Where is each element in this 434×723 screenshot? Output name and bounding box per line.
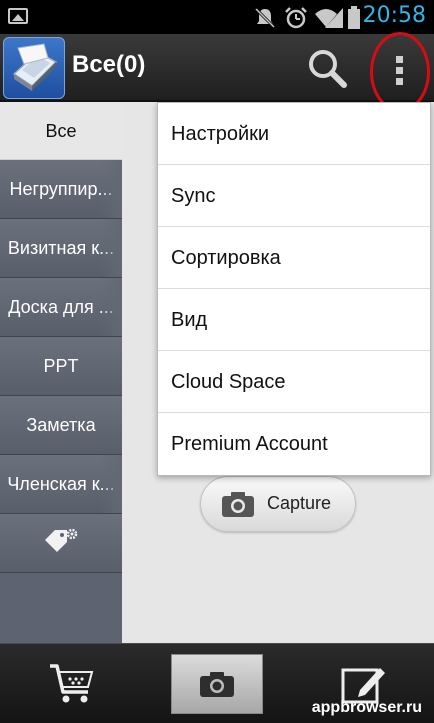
search-icon: [309, 50, 347, 88]
tag-settings-icon: [45, 528, 78, 552]
mute-icon: [254, 7, 276, 29]
sidebar-item-label: Членская к...: [7, 474, 115, 494]
sidebar-item-label: Негруппир...: [9, 179, 113, 199]
alarm-icon: [285, 7, 307, 29]
menu-item-sync[interactable]: Sync: [158, 165, 430, 227]
sidebar-item-membership-card[interactable]: Членская к...: [0, 455, 122, 514]
menu-item-view[interactable]: Вид: [158, 289, 430, 351]
sidebar-item-note[interactable]: Заметка: [0, 396, 122, 455]
highlight-circle: [370, 32, 430, 112]
sidebar-item-tag-settings[interactable]: [0, 514, 122, 573]
capture-button[interactable]: Capture: [200, 476, 356, 532]
sidebar-item-ungrouped[interactable]: Негруппир...: [0, 160, 122, 219]
sidebar-item-label: Визитная к...: [7, 238, 115, 258]
menu-item-cloud-space[interactable]: Cloud Space: [158, 351, 430, 413]
menu-item-premium-account[interactable]: Premium Account: [158, 413, 430, 477]
action-bar: Все(0): [0, 34, 434, 102]
camera-icon: [222, 492, 254, 517]
cart-icon: [50, 664, 94, 703]
sidebar: Все Негруппир... Визитная к... Доска для…: [0, 102, 122, 693]
menu-item-sort[interactable]: Сортировка: [158, 227, 430, 289]
sidebar-item-label: Доска для ...: [8, 297, 114, 317]
image-icon: [8, 8, 28, 24]
capture-label: Capture: [267, 493, 332, 513]
page-title: Все(0): [72, 51, 146, 78]
cart-button[interactable]: [48, 662, 96, 710]
sidebar-item-label: Заметка: [26, 415, 96, 435]
app-icon[interactable]: [3, 37, 65, 99]
battery-icon: [348, 6, 360, 29]
sidebar-item-board[interactable]: Доска для ...: [0, 278, 122, 337]
status-time: 20:58: [362, 3, 426, 28]
menu-item-settings[interactable]: Настройки: [158, 103, 430, 165]
camera-button[interactable]: [171, 654, 263, 714]
sidebar-item-business-card[interactable]: Визитная к...: [0, 219, 122, 278]
watermark: appbrowser.ru: [311, 699, 422, 716]
sidebar-item-label: PPT: [43, 356, 79, 376]
search-button[interactable]: [304, 46, 352, 92]
status-bar: 20:58: [0, 0, 434, 34]
bottom-bar: appbrowser.ru: [0, 643, 434, 723]
sidebar-item-ppt[interactable]: PPT: [0, 337, 122, 396]
sidebar-item-all[interactable]: Все: [0, 102, 122, 160]
sidebar-item-label: Все: [45, 121, 77, 141]
overflow-menu: Настройки Sync Сортировка Вид Cloud Spac…: [157, 102, 431, 476]
signal-icon: [325, 8, 343, 28]
camera-icon: [200, 672, 234, 697]
